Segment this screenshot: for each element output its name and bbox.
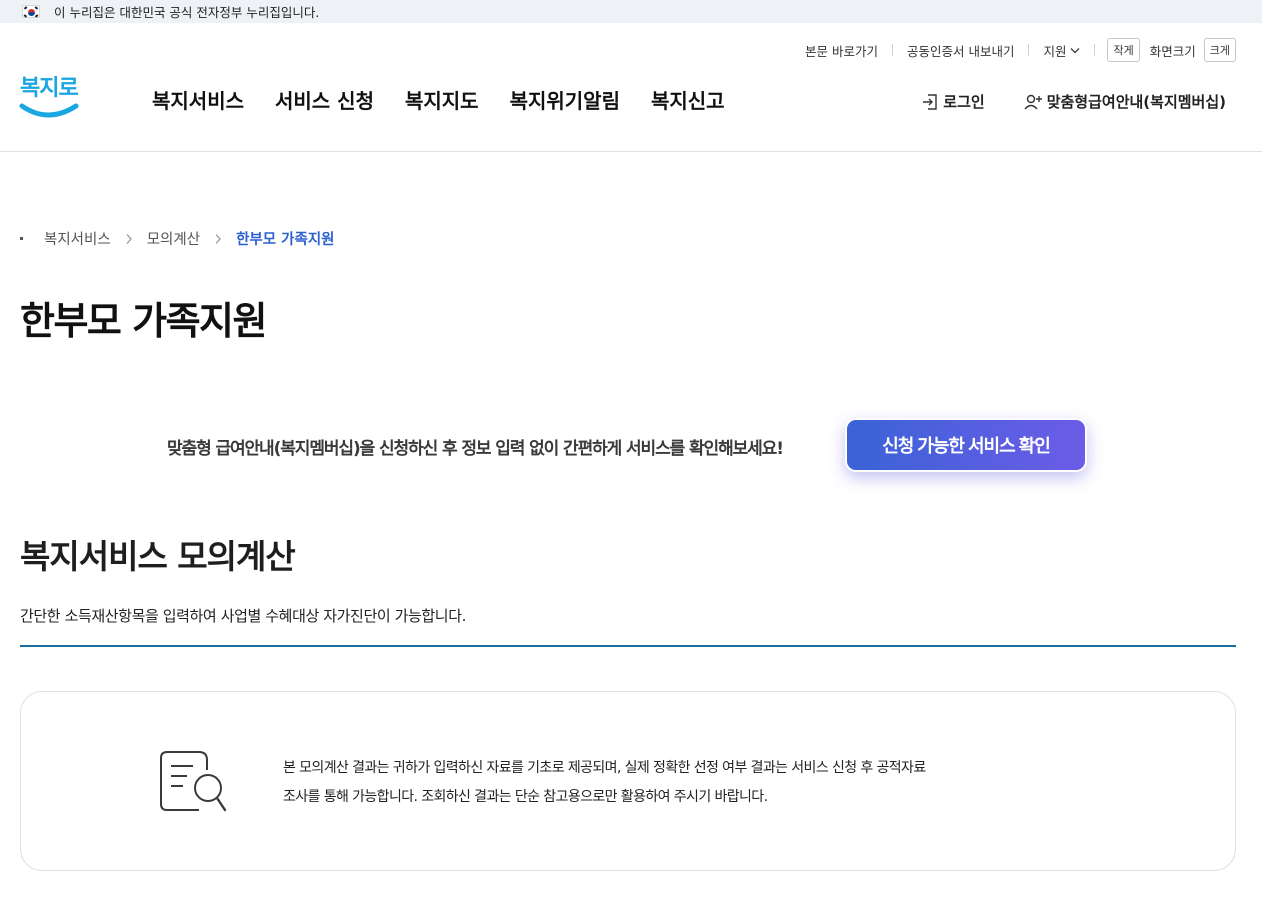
notice-line: 조사를 통해 가능합니다. 조회하신 결과는 단순 참고용으로만 활용하여 주시…: [283, 789, 768, 805]
login-link[interactable]: 로그인: [921, 91, 985, 112]
divider: [1094, 44, 1096, 56]
add-user-icon: [1024, 94, 1042, 109]
utility-bar: 본문 바로가기 공동인증서 내보내기 지원 작게 화면크기 크게: [805, 38, 1236, 62]
nav-service-apply[interactable]: 서비스 신청: [275, 85, 374, 114]
gov-banner-text: 이 누리집은 대한민국 공식 전자정부 누리집입니다.: [54, 5, 320, 20]
breadcrumb-welfare-service[interactable]: 복지서비스: [44, 228, 111, 249]
skip-to-content-link[interactable]: 본문 바로가기: [805, 41, 878, 60]
membership-link[interactable]: 맞춤형급여안내(복지멤버십): [1023, 91, 1226, 112]
main-navigation: 복지서비스 서비스 신청 복지지도 복지위기알림 복지신고: [152, 85, 756, 114]
breadcrumb-mock-calc[interactable]: 모의계산: [147, 228, 200, 249]
font-large-button[interactable]: 크게: [1203, 38, 1236, 62]
nav-welfare-crisis-alert[interactable]: 복지위기알림: [510, 85, 620, 114]
logo-smile-icon: [19, 103, 79, 118]
notice-box: 본 모의계산 결과는 귀하가 입력하신 자료를 기초로 제공되며, 실제 정확한…: [20, 691, 1236, 871]
font-size-label: 화면크기: [1149, 43, 1196, 59]
divider: [1028, 44, 1030, 56]
section-description: 간단한 소득재산항목을 입력하여 사업별 수혜대상 자가진단이 가능합니다.: [20, 607, 466, 625]
gov-banner: 이 누리집은 대한민국 공식 전자정부 누리집입니다.: [0, 0, 1262, 23]
notice-text: 본 모의계산 결과는 귀하가 입력하신 자료를 기초로 제공되며, 실제 정확한…: [283, 754, 1023, 812]
nav-welfare-service[interactable]: 복지서비스: [152, 85, 244, 114]
notice-line: 본 모의계산 결과는 귀하가 입력하신 자료를 기초로 제공되며, 실제 정확한…: [283, 760, 926, 776]
nav-welfare-map[interactable]: 복지지도: [405, 85, 479, 114]
chevron-right-icon: [126, 233, 132, 244]
chevron-right-icon: [215, 233, 221, 244]
section-divider: [20, 645, 1236, 647]
breadcrumb-current: 한부모 가족지원: [236, 232, 335, 248]
chevron-down-icon: [1070, 47, 1080, 53]
membership-label: 맞춤형급여안내(복지멤버십): [1046, 93, 1226, 111]
support-dropdown[interactable]: 지원: [1043, 41, 1080, 60]
section-title: 복지서비스 모의계산: [20, 537, 296, 576]
font-small-button[interactable]: 작게: [1107, 38, 1140, 62]
login-label: 로그인: [943, 93, 985, 111]
site-header: 본문 바로가기 공동인증서 내보내기 지원 작게 화면크기 크게 복지로 복지서…: [0, 23, 1262, 152]
support-label: 지원: [1043, 43, 1067, 59]
breadcrumb: 복지서비스 모의계산 한부모 가족지원: [20, 228, 335, 249]
breadcrumb-bullet-icon: [20, 237, 23, 240]
account-menu: 로그인 맞춤형급여안내(복지멤버십): [921, 91, 1226, 112]
divider: [891, 44, 893, 56]
login-icon: [923, 93, 937, 110]
page-title: 한부모 가족지원: [20, 299, 267, 343]
document-search-icon: [160, 751, 227, 812]
korea-flag-icon: [22, 5, 40, 18]
certificate-export-link[interactable]: 공동인증서 내보내기: [907, 41, 1014, 60]
cta-text: 맞춤형 급여안내(복지멤버십)을 신청하신 후 정보 입력 없이 간편하게 서비…: [167, 439, 784, 459]
membership-cta: 맞춤형 급여안내(복지멤버십)을 신청하신 후 정보 입력 없이 간편하게 서비…: [0, 418, 1262, 472]
check-available-services-button[interactable]: 신청 가능한 서비스 확인: [845, 418, 1087, 472]
bokjiro-logo[interactable]: 복지로: [18, 68, 80, 124]
nav-welfare-report[interactable]: 복지신고: [651, 85, 725, 114]
